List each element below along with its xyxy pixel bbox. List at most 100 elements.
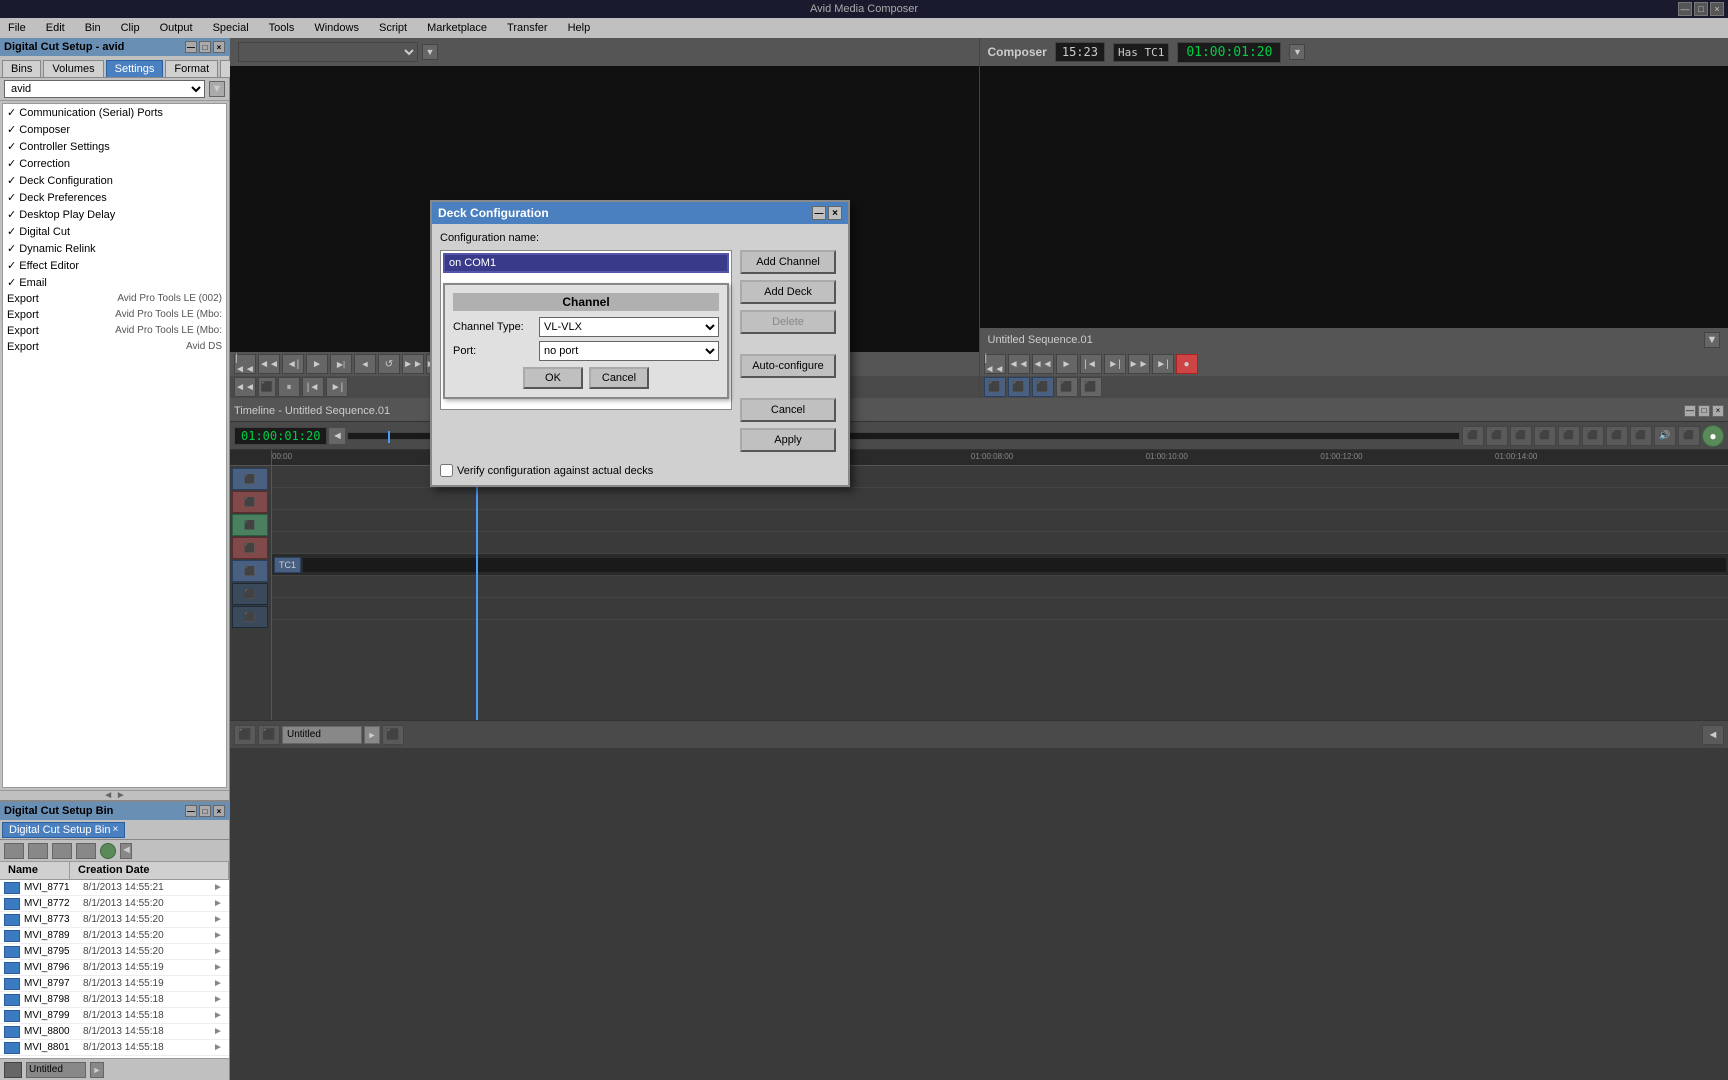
channel-cancel-btn[interactable]: Cancel	[589, 367, 649, 389]
rec-tool2[interactable]: ⬛	[1008, 377, 1030, 397]
tc-menu-btn[interactable]: ▼	[1289, 44, 1305, 60]
modal-minimize-btn[interactable]: —	[812, 206, 826, 220]
settings-item-dynamic-relink[interactable]: ✓ Dynamic Relink	[3, 240, 226, 257]
port-select[interactable]: no port	[539, 341, 719, 361]
settings-item-export3[interactable]: ExportAvid Pro Tools LE (Mbo:	[3, 323, 226, 339]
r-fast-fwd-btn[interactable]: ►►	[1128, 354, 1150, 374]
tl-record-btn[interactable]: ●	[1702, 425, 1724, 447]
bin-tab-active[interactable]: Digital Cut Setup Bin ×	[2, 822, 125, 838]
delete-btn[interactable]: Delete	[740, 310, 836, 334]
mark-out-btn[interactable]: ◄	[354, 354, 376, 374]
menu-script[interactable]: Script	[375, 20, 411, 36]
panel-close-btn[interactable]: ×	[213, 41, 225, 53]
tl-tool6[interactable]: ⬛	[1582, 426, 1604, 446]
bin-tool-2[interactable]	[28, 843, 48, 859]
track-label-audio[interactable]: ⬛	[232, 491, 268, 513]
bin-close-btn[interactable]: ×	[213, 805, 225, 817]
apply-btn[interactable]: Apply	[740, 428, 836, 452]
r-trim-btn[interactable]: ●	[1176, 354, 1198, 374]
settings-item-deck-prefs[interactable]: ✓ Deck Preferences	[3, 189, 226, 206]
bin-item-8797[interactable]: MVI_8797 8/1/2013 14:55:19 ►	[0, 976, 229, 992]
track-label-v1[interactable]: ⬛	[232, 468, 268, 490]
auto-configure-btn[interactable]: Auto-configure	[740, 354, 836, 378]
r-step-back-btn[interactable]: ◄◄	[1032, 354, 1054, 374]
tl-bottom-btn4[interactable]: ◄	[1702, 725, 1724, 745]
menu-transfer[interactable]: Transfer	[503, 20, 552, 36]
rec-tool1[interactable]: ⬛	[984, 377, 1006, 397]
r-fast-rev-btn[interactable]: ◄◄	[1008, 354, 1030, 374]
mark-in-btn[interactable]: ▶|	[330, 354, 352, 374]
source-menu-btn[interactable]: ▼	[422, 44, 438, 60]
bin-item-8771[interactable]: MVI_8771 8/1/2013 14:55:21 ►	[0, 880, 229, 896]
bin-tab-close-btn[interactable]: ×	[113, 824, 119, 835]
tl-tool7[interactable]: ⬛	[1606, 426, 1628, 446]
r-mark-out-btn[interactable]: ►|	[1104, 354, 1126, 374]
settings-item-export4[interactable]: ExportAvid DS	[3, 339, 226, 355]
bin-item-8795[interactable]: MVI_8795 8/1/2013 14:55:20 ►	[0, 944, 229, 960]
settings-dropdown[interactable]: avid	[4, 80, 205, 98]
source-dropdown[interactable]	[238, 42, 418, 62]
bin-tool-4[interactable]	[76, 843, 96, 859]
play-btn[interactable]: ►	[306, 354, 328, 374]
ok-btn[interactable]: OK	[523, 367, 583, 389]
bin-arrow-right-btn[interactable]: ►	[90, 1062, 104, 1078]
fast-rev-btn[interactable]: ◄◄	[258, 354, 280, 374]
bin-arrow-btn[interactable]: ◄	[120, 843, 132, 859]
bin-item-8800[interactable]: MVI_8800 8/1/2013 14:55:18 ►	[0, 1024, 229, 1040]
add-channel-btn[interactable]: Add Channel	[740, 250, 836, 274]
menu-special[interactable]: Special	[209, 20, 253, 36]
menu-output[interactable]: Output	[156, 20, 197, 36]
r-mark-in-btn[interactable]: |◄	[1080, 354, 1102, 374]
tl-tc-menu[interactable]: ◄	[329, 428, 345, 444]
tool2[interactable]: ⬛	[258, 377, 276, 397]
tl-maximize-btn[interactable]: □	[1698, 405, 1710, 417]
menu-clip[interactable]: Clip	[117, 20, 144, 36]
track-label-v[interactable]: ⬛	[232, 514, 268, 536]
bin-tool-3[interactable]	[52, 843, 72, 859]
bin-item-8773[interactable]: MVI_8773 8/1/2013 14:55:20 ►	[0, 912, 229, 928]
settings-item-digital-cut[interactable]: ✓ Digital Cut	[3, 223, 226, 240]
settings-item-export1[interactable]: ExportAvid Pro Tools LE (002)	[3, 291, 226, 307]
tl-tool3[interactable]: ⬛	[1510, 426, 1532, 446]
menu-marketplace[interactable]: Marketplace	[423, 20, 491, 36]
track-label-m[interactable]: ⬛	[232, 583, 268, 605]
tl-tool1[interactable]: ⬛	[1462, 426, 1484, 446]
bin-name-field[interactable]: Untitled	[26, 1062, 86, 1078]
menu-windows[interactable]: Windows	[310, 20, 363, 36]
tl-audio-btn[interactable]: 🔊	[1654, 426, 1676, 446]
tl-clip-btn[interactable]: ⬛	[1678, 426, 1700, 446]
bin-tool-1[interactable]	[4, 843, 24, 859]
settings-item-comm-ports[interactable]: ✓ Communication (Serial) Ports	[3, 104, 226, 121]
tl-bottom-btn2[interactable]: ⬛	[258, 725, 280, 745]
bin-item-8801[interactable]: MVI_8801 8/1/2013 14:55:18 ►	[0, 1040, 229, 1056]
settings-item-composer[interactable]: ✓ Composer	[3, 121, 226, 138]
menu-help[interactable]: Help	[564, 20, 595, 36]
fast-fwd-btn[interactable]: ►►	[402, 354, 424, 374]
channel-type-select[interactable]: VL-VLX	[539, 317, 719, 337]
panel-maximize-btn[interactable]: □	[199, 41, 211, 53]
verify-checkbox-label[interactable]: Verify configuration against actual deck…	[440, 464, 653, 477]
config-name-input[interactable]	[443, 253, 729, 273]
track-label-tc[interactable]: ⬛	[232, 560, 268, 582]
panel-minimize-btn[interactable]: —	[185, 41, 197, 53]
settings-item-export2[interactable]: ExportAvid Pro Tools LE (Mbo:	[3, 307, 226, 323]
menu-edit[interactable]: Edit	[42, 20, 69, 36]
settings-item-controller[interactable]: ✓ Controller Settings	[3, 138, 226, 155]
rec-tool5[interactable]: ⬛	[1080, 377, 1102, 397]
seq-menu-btn[interactable]: ▼	[1704, 332, 1720, 348]
tl-name-arrow[interactable]: ►	[364, 726, 380, 744]
loop-btn[interactable]: ↺	[378, 354, 400, 374]
bin-maximize-btn[interactable]: □	[199, 805, 211, 817]
menu-tools[interactable]: Tools	[265, 20, 299, 36]
add-deck-btn[interactable]: Add Deck	[740, 280, 836, 304]
bin-item-8772[interactable]: MVI_8772 8/1/2013 14:55:20 ►	[0, 896, 229, 912]
minimize-btn[interactable]: —	[1678, 2, 1692, 16]
bin-item-8789[interactable]: MVI_8789 8/1/2013 14:55:20 ►	[0, 928, 229, 944]
deck-config-modal[interactable]: Deck Configuration — × Configuration nam…	[430, 200, 850, 487]
settings-arrow-btn[interactable]: ▼	[209, 81, 225, 97]
step-back-btn[interactable]: ◄|	[282, 354, 304, 374]
r-step-fwd-btn[interactable]: ►|	[1152, 354, 1174, 374]
settings-item-deck-config[interactable]: ✓ Deck Configuration	[3, 172, 226, 189]
menu-file[interactable]: File	[4, 20, 30, 36]
modal-cancel-btn[interactable]: Cancel	[740, 398, 836, 422]
